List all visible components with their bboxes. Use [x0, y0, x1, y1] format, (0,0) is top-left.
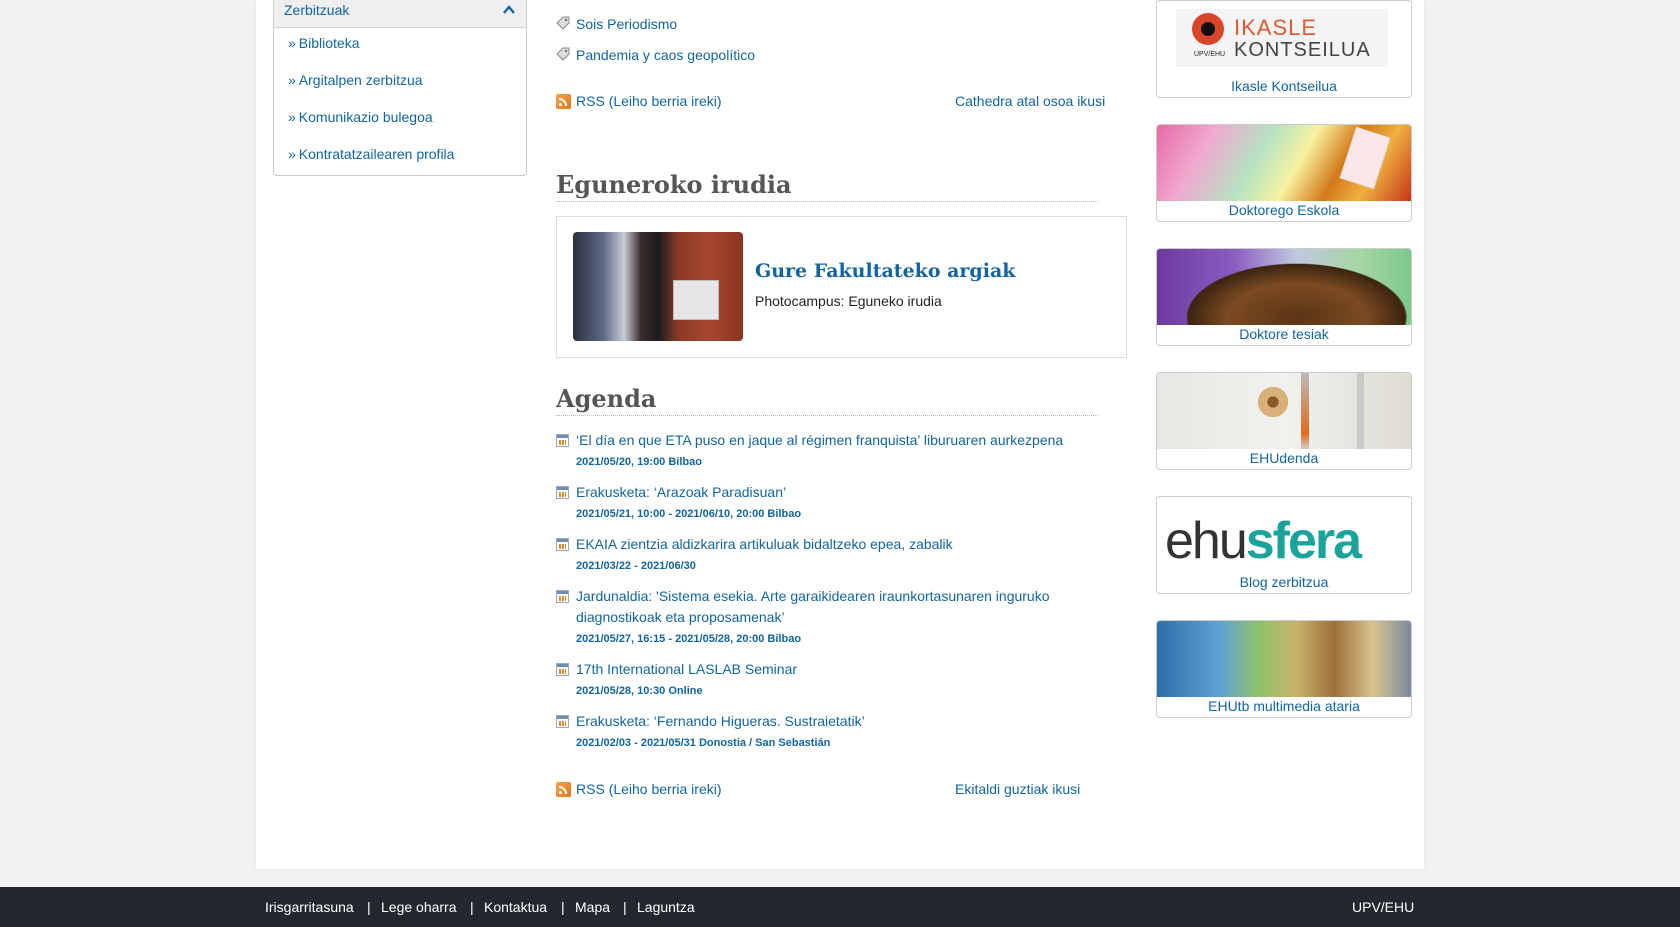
sidebar-item-biblioteka[interactable]: » Biblioteka [288, 35, 360, 51]
sidebar-item-kontratatzailea[interactable]: » Kontratatzailearen profila [288, 146, 454, 162]
agenda-event-title[interactable]: 17th International LASLAB Seminar [576, 659, 1076, 680]
calendar-icon [556, 538, 569, 551]
ikasle-kontseilua-banner[interactable]: IKASLE KONTSEILUA UPV/EHU Ikasle Kontsei… [1156, 0, 1412, 98]
sidebar-item-komunikazio[interactable]: » Komunikazio bulegoa [288, 109, 433, 125]
agenda-rss-link[interactable]: RSS (Leiho berria ireki) [576, 781, 722, 797]
cathedra-rss-link[interactable]: RSS (Leiho berria ireki) [576, 93, 722, 109]
double-chevron-right-icon: » [288, 146, 296, 162]
cathedra-link[interactable]: Pandemia y caos geopolítico [576, 47, 755, 63]
ehusfera-logo: ehusfera [1157, 497, 1411, 573]
calendar-icon [556, 663, 569, 676]
banner-caption: EHUdenda [1249, 450, 1319, 466]
ehutb-image [1157, 621, 1411, 697]
doktore-tesiak-banner[interactable]: Doktore tesiak [1156, 248, 1412, 346]
agenda-event-date: 2021/05/28, 10:30 Online [576, 685, 703, 697]
agenda-event-title[interactable]: Erakusketa: ‘Arazoak Paradisuan’ [576, 482, 1076, 503]
tag-icon [556, 16, 570, 30]
daily-image-title[interactable]: Gure Fakultateko argiak [755, 260, 1015, 282]
agenda-event-date: 2021/05/27, 16:15 - 2021/05/28, 20:00 Bi… [576, 633, 802, 645]
rss-icon [556, 782, 571, 797]
footer-link-mapa[interactable]: Mapa [575, 899, 610, 915]
services-menu-header[interactable]: Zerbitzuak [274, 0, 526, 28]
footer-link-irisgarritasuna[interactable]: Irisgarritasuna [265, 899, 354, 915]
footer-separator: | [367, 899, 371, 915]
agenda-see-all-link[interactable]: Ekitaldi guztiak ikusi [955, 781, 1080, 797]
footer-link-kontaktua[interactable]: Kontaktua [484, 899, 547, 915]
banner-caption: Blog zerbitzua [1239, 574, 1329, 590]
calendar-icon [556, 715, 569, 728]
banner-caption: Doktore tesiak [1239, 326, 1329, 342]
calendar-icon [556, 590, 569, 603]
daily-image-heading: Eguneroko irudia [556, 170, 1098, 202]
footer-separator: | [561, 899, 565, 915]
services-menu-title: Zerbitzuak [284, 2, 350, 18]
double-chevron-right-icon: » [288, 109, 296, 125]
ehudenda-banner[interactable]: EHUdenda [1156, 372, 1412, 470]
daily-image-photo[interactable] [573, 232, 743, 341]
footer-link-lege-oharra[interactable]: Lege oharra [381, 899, 457, 915]
double-chevron-right-icon: » [288, 72, 296, 88]
banner-caption: EHUtb multimedia ataria [1208, 698, 1360, 714]
calendar-icon [556, 486, 569, 499]
banner-caption: Ikasle Kontseilua [1231, 78, 1337, 94]
ikasle-kontseilua-logo: IKASLE KONTSEILUA UPV/EHU [1157, 1, 1411, 77]
agenda-event-date: 2021/05/20, 19:00 Bilbao [576, 456, 702, 468]
agenda-event-title[interactable]: EKAIA zientzia aldizkarira artikuluak bi… [576, 534, 1076, 555]
tag-icon [556, 47, 570, 61]
footer-separator: | [623, 899, 627, 915]
agenda-event-date: 2021/05/21, 10:00 - 2021/06/10, 20:00 Bi… [576, 508, 802, 520]
agenda-heading: Agenda [556, 384, 1098, 416]
ehudenda-image [1157, 373, 1411, 449]
footer-link-laguntza[interactable]: Laguntza [637, 899, 695, 915]
agenda-event-title[interactable]: Erakusketa: ‘Fernando Higueras. Sustraie… [576, 711, 1076, 732]
doktorego-eskola-banner[interactable]: Doktorego Eskola [1156, 124, 1412, 222]
footer-brand-link[interactable]: UPV/EHU [1352, 899, 1414, 915]
agenda-event-title[interactable]: Jardunaldia: 'Sistema esekia. Arte garai… [576, 586, 1076, 628]
banner-caption: Doktorego Eskola [1228, 202, 1340, 218]
footer: Irisgarritasuna | Lege oharra | Kontaktu… [0, 887, 1680, 927]
daily-image-subtitle: Photocampus: Eguneko irudia [755, 293, 942, 309]
calendar-icon [556, 434, 569, 447]
blog-zerbitzua-banner[interactable]: ehusfera Blog zerbitzua [1156, 496, 1412, 594]
doktorego-eskola-image [1157, 125, 1411, 201]
services-menu: Zerbitzuak » Biblioteka » Argitalpen zerbi… [273, 0, 527, 176]
ehutb-banner[interactable]: EHUtb multimedia ataria [1156, 620, 1412, 718]
agenda-event-date: 2021/02/03 - 2021/05/31 Donostia / San S… [576, 737, 831, 749]
chevron-up-icon[interactable] [502, 3, 516, 17]
sidebar-item-argitalpen[interactable]: » Argitalpen zerbitzua [288, 72, 423, 88]
rss-icon [556, 94, 571, 109]
daily-image-card[interactable]: Gure Fakultateko argiak Photocampus: Egu… [556, 216, 1127, 358]
agenda-event-title[interactable]: ‘El día en que ETA puso en jaque al régi… [576, 430, 1076, 451]
cathedra-see-all-link[interactable]: Cathedra atal osoa ikusi [955, 93, 1105, 109]
agenda-event-date: 2021/03/22 - 2021/06/30 [576, 560, 696, 572]
footer-separator: | [470, 899, 474, 915]
doktore-tesiak-image [1157, 249, 1411, 325]
cathedra-link[interactable]: Sois Periodismo [576, 16, 677, 32]
double-chevron-right-icon: » [288, 35, 296, 51]
